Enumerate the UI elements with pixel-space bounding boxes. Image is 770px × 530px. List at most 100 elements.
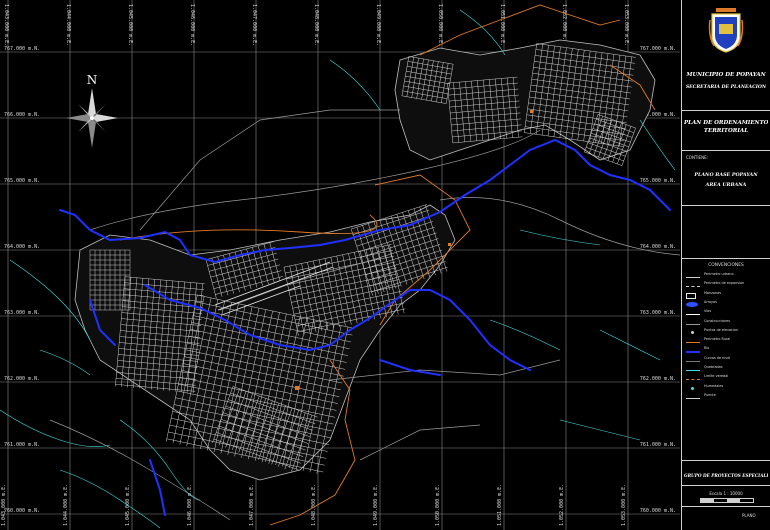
legend-item: Perimetro urbano bbox=[686, 272, 768, 280]
easting-label-top: 1.047.000 m.E. bbox=[251, 4, 257, 46]
legend-item: Quebradas bbox=[686, 365, 768, 373]
divider bbox=[682, 150, 770, 151]
legend-item: Rio bbox=[686, 346, 768, 354]
plan-title-line-2: TERRITORIAL bbox=[703, 128, 749, 134]
divider bbox=[682, 485, 770, 486]
easting-label-top: 1.053.000 m.E. bbox=[623, 4, 629, 46]
divider bbox=[682, 506, 770, 507]
divider bbox=[682, 460, 770, 461]
plan-title-line-1: PLAN DE ORDENAMIENTO bbox=[684, 120, 768, 126]
legend-label: Humedales bbox=[704, 383, 724, 388]
legend-label: Manzanas bbox=[704, 290, 722, 295]
easting-label-top: 1.044.000 m.E. bbox=[65, 4, 71, 46]
panel-title: MUNICIPIO DE POPAYAN bbox=[686, 72, 766, 78]
easting-label-bottom: 1.044.000 m.E. bbox=[63, 484, 69, 526]
legend-label: Puente bbox=[704, 392, 716, 397]
legend-item: Puntos de elevacion bbox=[686, 328, 768, 336]
easting-label-bottom: 1.045.000 m.E. bbox=[125, 484, 131, 526]
northing-label-left: 763.000 m.N. bbox=[4, 310, 40, 316]
easting-label-top: 1.050.000 m.E. bbox=[437, 4, 443, 46]
legend-item: Vias bbox=[686, 309, 768, 317]
northing-label-right: 765.000 m.N. bbox=[640, 178, 676, 184]
urban-area bbox=[74, 39, 656, 481]
easting-label-bottom: 1.050.000 m.E. bbox=[435, 484, 441, 526]
legend-symbol-icon bbox=[686, 395, 700, 399]
legend-symbol-icon bbox=[686, 321, 700, 325]
footer-line: GRUPO DE PROYECTOS ESPECIALES bbox=[684, 473, 768, 478]
legend-symbol-icon bbox=[686, 348, 700, 354]
legend-symbol-icon bbox=[686, 376, 700, 381]
legend-symbol-icon bbox=[686, 301, 700, 307]
northing-label-left: 764.000 m.N. bbox=[4, 244, 40, 250]
northing-label-right: 761.000 m.N. bbox=[640, 442, 676, 448]
legend: Perimetro urbano Perimetro de expansion Ma… bbox=[682, 272, 770, 402]
title-block-panel: MUNICIPIO DE POPAYAN SECRETARIA DE PLANE… bbox=[681, 0, 770, 530]
legend-item: Curvas de nivel bbox=[686, 356, 768, 364]
easting-label-bottom: 1.047.000 m.E. bbox=[249, 484, 255, 526]
legend-symbol-icon bbox=[686, 358, 700, 362]
easting-label-top: 1.049.000 m.E. bbox=[375, 4, 381, 46]
legend-item: Humedales bbox=[686, 384, 768, 392]
legend-symbol-icon bbox=[686, 292, 700, 299]
divider bbox=[682, 110, 770, 111]
easting-label-bottom: 1.052.000 m.E. bbox=[559, 484, 565, 526]
legend-item: Perimetro de expansion bbox=[686, 281, 768, 289]
northing-label-right: 764.000 m.N. bbox=[640, 244, 676, 250]
northing-label-right: 762.000 m.N. bbox=[640, 376, 676, 382]
northing-label-right: 767.000 m.N. bbox=[640, 46, 676, 52]
northing-label-left: 761.000 m.N. bbox=[4, 442, 40, 448]
divider bbox=[682, 205, 770, 206]
north-label: N bbox=[87, 73, 98, 87]
panel-subtitle: SECRETARIA DE PLANEACION bbox=[685, 85, 767, 90]
legend-label: Rio bbox=[704, 346, 710, 351]
easting-label-bottom: 1.046.000 m.E. bbox=[187, 484, 193, 526]
contains-label: CONTIENE: bbox=[686, 155, 708, 160]
coat-of-arms-icon bbox=[708, 8, 744, 53]
easting-label-bottom: 1.043.000 m.E. bbox=[1, 484, 7, 526]
easting-label-bottom: 1.048.000 m.E. bbox=[311, 484, 317, 526]
legend-symbol-icon bbox=[686, 386, 700, 390]
northing-label-left: 766.000 m.N. bbox=[4, 112, 40, 118]
easting-label-bottom: 1.053.000 m.E. bbox=[621, 484, 627, 526]
map-canvas: 1.043.000 m.E. 1.044.000 m.E. 1.045.000 m.… bbox=[0, 0, 680, 530]
easting-label-top: 1.051.000 m.E. bbox=[499, 4, 505, 46]
legend-symbol-icon bbox=[686, 339, 700, 344]
easting-label-top: 1.052.000 m.E. bbox=[561, 4, 567, 46]
easting-label-top: 1.048.000 m.E. bbox=[313, 4, 319, 46]
legend-item: Perimetro Rural bbox=[686, 337, 768, 345]
legend-label: Construcciones bbox=[704, 318, 730, 323]
content-line-1: PLANO BASE POPAYAN bbox=[694, 172, 758, 178]
legend-label: Limite veredal bbox=[704, 374, 729, 379]
northing-label-left: 767.000 m.N. bbox=[4, 46, 40, 52]
northing-label-right: 760.000 m.N. bbox=[640, 508, 676, 514]
legend-label: Perimetro urbano bbox=[704, 272, 734, 276]
easting-label-top: 1.045.000 m.E. bbox=[127, 4, 133, 46]
legend-label: Puntos de elevacion bbox=[704, 327, 739, 332]
legend-symbol-icon bbox=[686, 311, 700, 316]
easting-label-bottom: 1.049.000 m.E. bbox=[373, 484, 379, 526]
legend-item: Construcciones bbox=[686, 319, 768, 327]
northing-label-right: 763.000 m.N. bbox=[640, 310, 676, 316]
legend-label: Vias bbox=[704, 309, 712, 314]
northing-label-left: 762.000 m.N. bbox=[4, 376, 40, 382]
easting-label-top: 1.046.000 m.E. bbox=[189, 4, 195, 46]
legend-label: Quebradas bbox=[704, 365, 723, 369]
legend-symbol-icon bbox=[686, 283, 700, 288]
sheet-label: PLANO bbox=[742, 513, 756, 518]
legend-symbol-icon bbox=[686, 330, 700, 334]
legend-item: Limite veredal bbox=[686, 374, 768, 382]
legend-symbol-icon bbox=[686, 367, 700, 371]
content-line-2: AREA URBANA bbox=[705, 182, 747, 188]
northing-label-left: 765.000 m.N. bbox=[4, 178, 40, 184]
scale-label: Escala 1 : 10000 bbox=[709, 491, 743, 496]
legend-title: CONVENCIONES bbox=[708, 263, 744, 268]
compass-rose-icon bbox=[66, 88, 118, 148]
legend-label: Curvas de nivel bbox=[704, 355, 731, 360]
legend-label: Arroyos bbox=[704, 299, 717, 304]
legend-label: Perimetro Rural bbox=[704, 337, 731, 342]
easting-label-top: 1.043.000 m.E. bbox=[3, 4, 9, 46]
legend-item: Arroyos bbox=[686, 300, 768, 308]
scale-bar bbox=[700, 498, 754, 503]
divider bbox=[682, 258, 770, 259]
legend-symbol-icon bbox=[686, 274, 700, 278]
